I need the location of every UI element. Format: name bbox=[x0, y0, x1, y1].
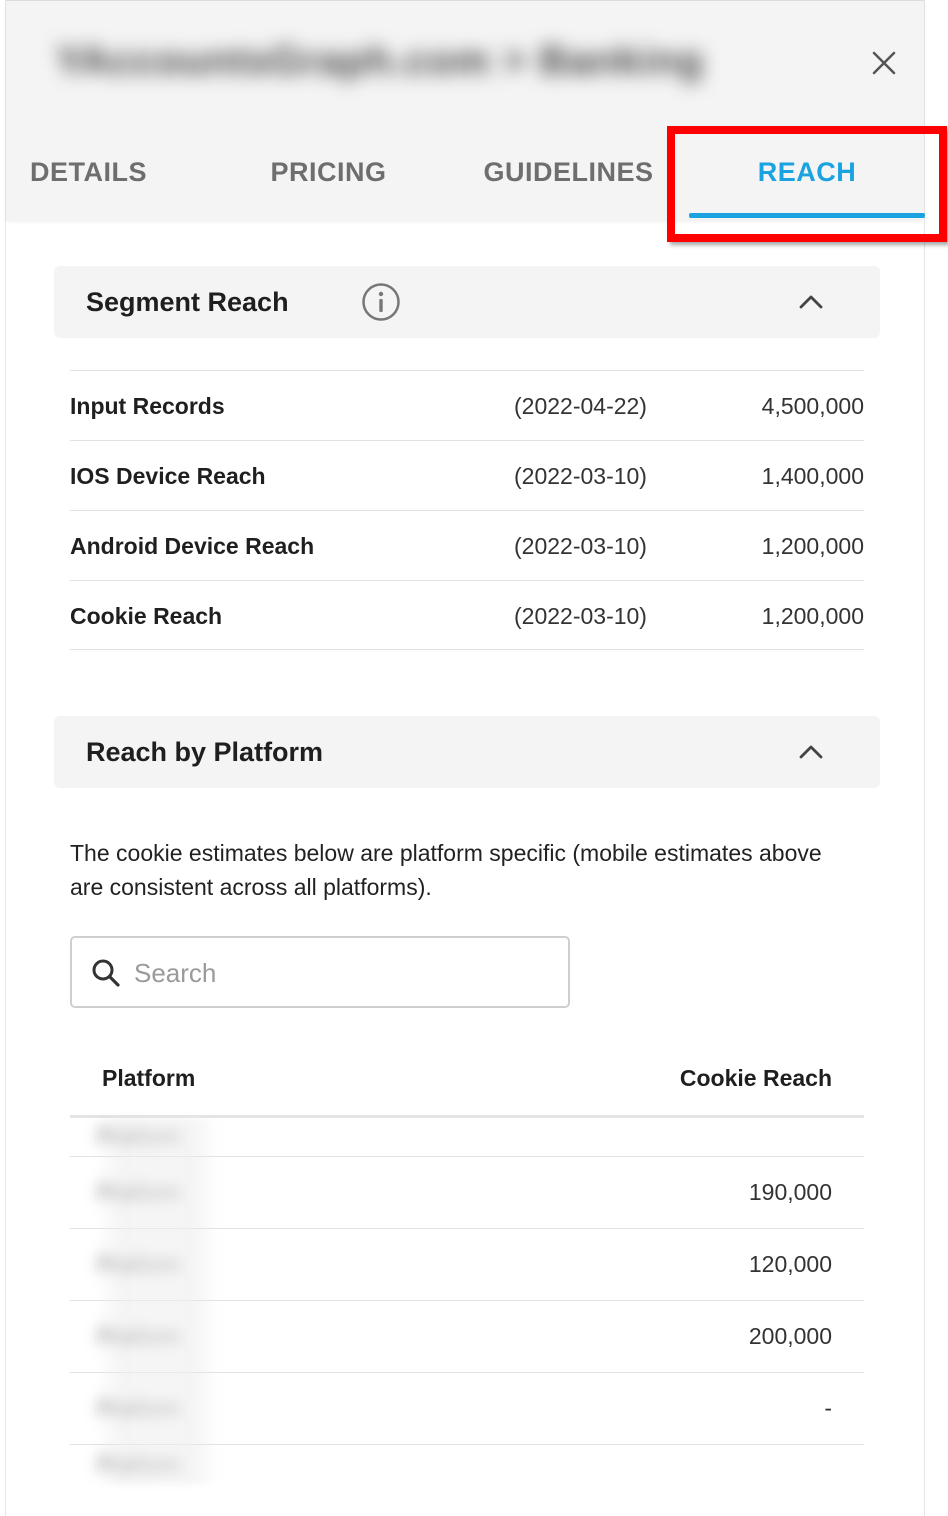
tab-pricing[interactable]: PRICING bbox=[211, 141, 446, 203]
reach-by-platform-title: Reach by Platform bbox=[86, 736, 324, 767]
platform-name: Platform bbox=[98, 1323, 180, 1349]
cookie-reach-value: 200,000 bbox=[748, 1323, 832, 1349]
reach-metric-date: (2022-04-22) bbox=[514, 392, 647, 419]
cookie-reach-value: 190,000 bbox=[748, 1179, 832, 1205]
table-row: Platform 190,000 bbox=[70, 1157, 864, 1229]
panel-header: YAccountsGraph.com > Banking DETAILS PRI… bbox=[6, 0, 925, 221]
close-button[interactable] bbox=[866, 45, 902, 81]
active-tab-indicator bbox=[689, 213, 925, 218]
cookie-reach-column-header[interactable]: Cookie Reach bbox=[680, 1042, 832, 1114]
platform-search-box[interactable] bbox=[70, 936, 570, 1008]
platform-name: Platform bbox=[98, 1251, 180, 1277]
platform-description: The cookie estimates below are platform … bbox=[70, 840, 822, 900]
tab-guidelines[interactable]: GUIDELINES bbox=[451, 141, 686, 203]
chevron-up-icon[interactable] bbox=[797, 738, 825, 766]
reach-metric-date: (2022-03-10) bbox=[514, 602, 647, 629]
platform-name: Platform bbox=[98, 1124, 180, 1149]
table-row: Platform - bbox=[70, 1373, 864, 1445]
search-input[interactable] bbox=[134, 946, 554, 1000]
reach-metric-value: 1,200,000 bbox=[761, 602, 864, 629]
table-row: IOS Device Reach (2022-03-10) 1,400,000 bbox=[70, 440, 864, 510]
platform-column-header[interactable]: Platform bbox=[102, 1042, 195, 1114]
table-row: Android Device Reach (2022-03-10) 1,200,… bbox=[70, 510, 864, 580]
close-icon bbox=[872, 51, 896, 75]
segment-reach-title: Segment Reach bbox=[86, 286, 289, 317]
reach-metric-name: Android Device Reach bbox=[70, 532, 315, 559]
panel-title: YAccountsGraph.com > Banking bbox=[56, 39, 704, 83]
tab-details[interactable]: DETAILS bbox=[6, 141, 171, 203]
chevron-up-icon[interactable] bbox=[797, 288, 825, 316]
table-row: Input Records (2022-04-22) 4,500,000 bbox=[70, 370, 864, 440]
search-icon bbox=[92, 959, 120, 987]
table-row: Cookie Reach (2022-03-10) 1,200,000 bbox=[70, 580, 864, 650]
platform-name: Platform bbox=[98, 1395, 180, 1421]
platform-name: Platform bbox=[98, 1452, 180, 1477]
reach-metric-value: 4,500,000 bbox=[761, 392, 864, 419]
table-row: Platform 200,000 bbox=[70, 1301, 864, 1373]
segment-reach-table: Input Records (2022-04-22) 4,500,000 IOS… bbox=[70, 370, 864, 650]
table-row: Platform 120,000 bbox=[70, 1229, 864, 1301]
reach-metric-name: Input Records bbox=[70, 392, 225, 419]
cookie-reach-value: 120,000 bbox=[748, 1251, 832, 1277]
tab-bar: DETAILS PRICING GUIDELINES REACH bbox=[6, 141, 925, 221]
reach-metric-name: Cookie Reach bbox=[70, 602, 223, 629]
table-header: Platform Cookie Reach bbox=[70, 1042, 864, 1118]
table-row: Platform bbox=[70, 1118, 864, 1157]
segment-reach-header[interactable]: Segment Reach bbox=[54, 266, 880, 338]
reach-metric-name: IOS Device Reach bbox=[70, 462, 266, 489]
info-icon[interactable] bbox=[361, 282, 401, 322]
tab-reach[interactable]: REACH bbox=[689, 141, 925, 203]
platform-name: Platform bbox=[98, 1179, 180, 1205]
reach-metric-date: (2022-03-10) bbox=[514, 532, 647, 559]
reach-metric-value: 1,200,000 bbox=[761, 532, 864, 559]
cookie-reach-value: - bbox=[824, 1395, 832, 1421]
reach-metric-value: 1,400,000 bbox=[761, 462, 864, 489]
reach-by-platform-header[interactable]: Reach by Platform bbox=[54, 716, 880, 788]
reach-metric-date: (2022-03-10) bbox=[514, 462, 647, 489]
platform-table: Platform Cookie Reach Platform Platform … bbox=[70, 1042, 864, 1485]
table-row: Platform bbox=[70, 1445, 864, 1485]
